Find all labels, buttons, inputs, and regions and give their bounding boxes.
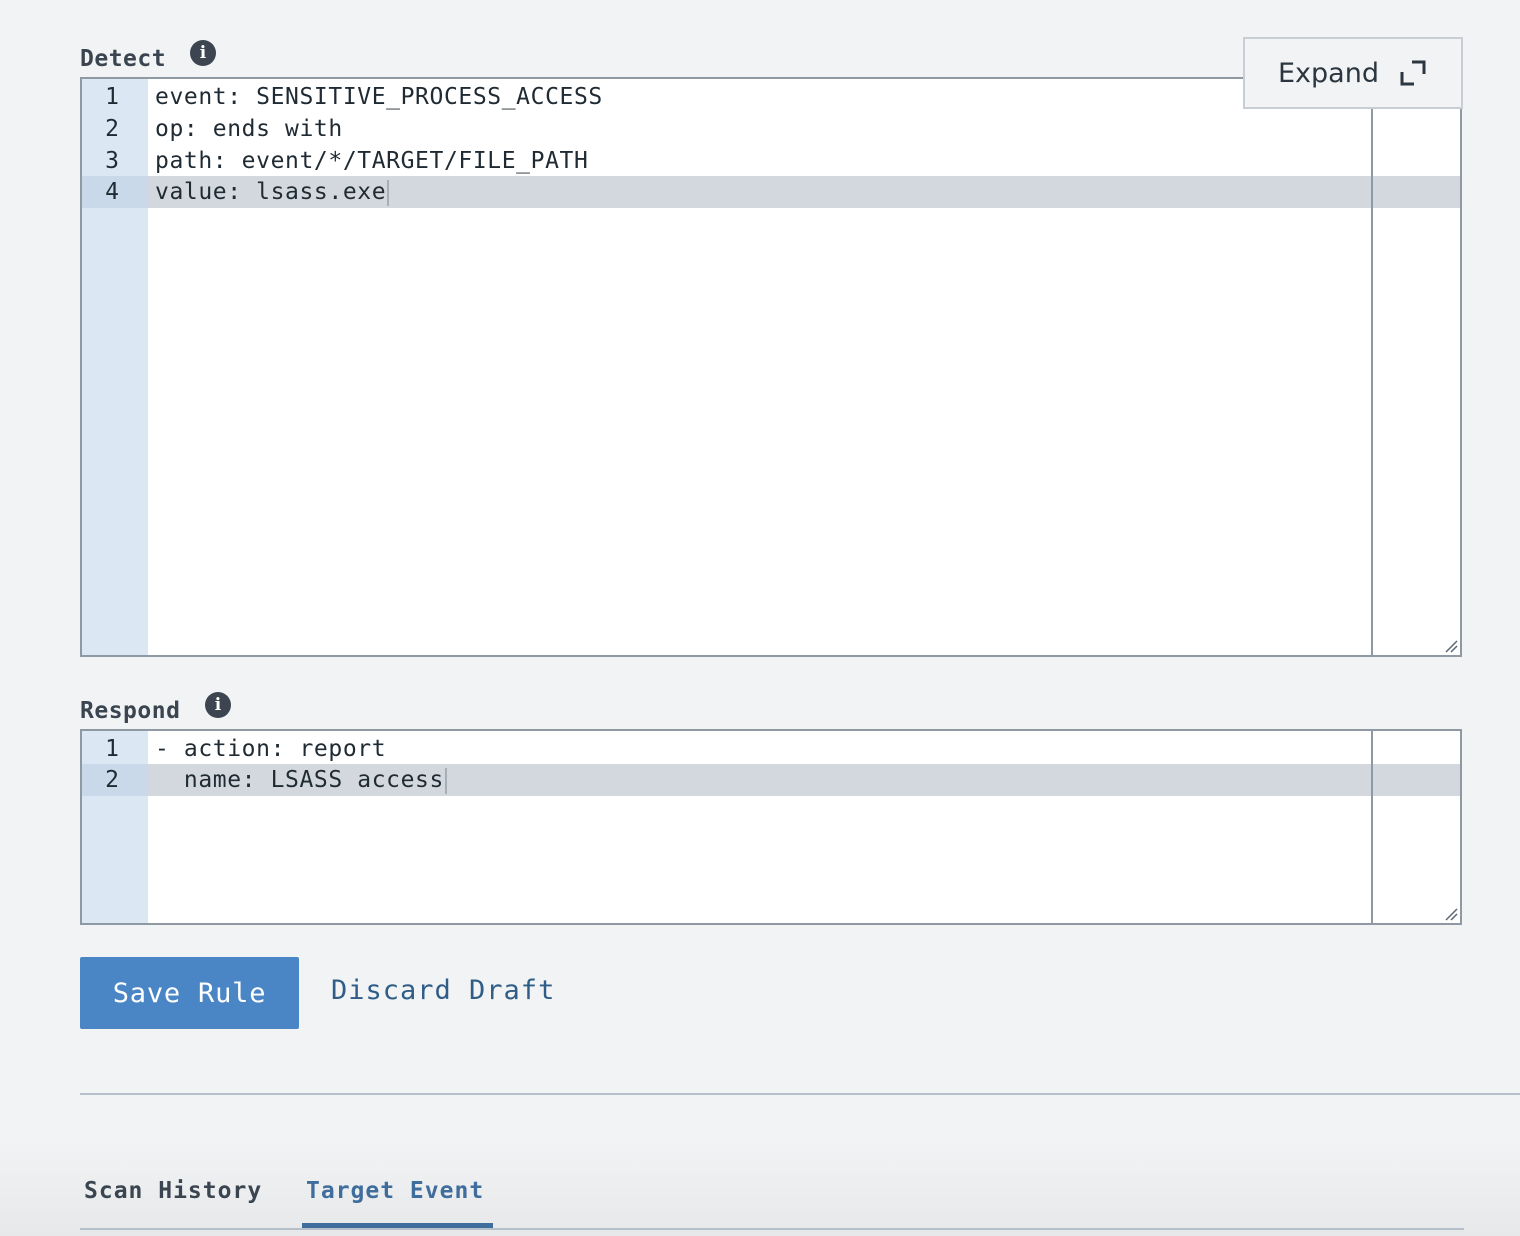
- line-number: 2: [82, 764, 148, 796]
- code-text: name: LSASS access: [155, 767, 444, 793]
- code-text-wrap: value: lsass.exe: [155, 176, 390, 208]
- detect-code-line[interactable]: 2 op: ends with: [82, 113, 1460, 145]
- code-text: value: lsass.exe: [155, 179, 387, 205]
- section-divider: [80, 1093, 1520, 1095]
- tab-target-event[interactable]: Target Event: [306, 1178, 484, 1204]
- respond-info-icon[interactable]: i: [205, 692, 231, 718]
- save-rule-button[interactable]: Save Rule: [80, 957, 299, 1029]
- discard-draft-link[interactable]: Discard Draft: [331, 975, 555, 1006]
- respond-code-line-active[interactable]: 2 name: LSASS access: [82, 764, 1460, 796]
- line-number: 2: [105, 116, 119, 142]
- detect-editor[interactable]: 1 event: SENSITIVE_PROCESS_ACCESS 2 op: …: [80, 77, 1462, 657]
- tab-scan-history[interactable]: Scan History: [84, 1178, 262, 1204]
- minimap-divider: [1371, 79, 1373, 655]
- tabs-baseline: [80, 1228, 1464, 1230]
- code-text: op: ends with: [155, 116, 343, 142]
- code-text-wrap: name: LSASS access: [155, 764, 447, 796]
- respond-label: Respond: [80, 698, 181, 724]
- text-cursor: [387, 179, 390, 206]
- resize-grip-icon[interactable]: [1444, 639, 1458, 653]
- code-text: - action: report: [155, 736, 387, 762]
- respond-code-line[interactable]: 1 - action: report: [82, 733, 1460, 765]
- text-cursor: [444, 767, 447, 794]
- minimap-divider: [1371, 731, 1373, 923]
- line-number: 1: [105, 84, 119, 110]
- line-number: 1: [105, 736, 119, 762]
- line-number: 3: [105, 148, 119, 174]
- resize-grip-icon[interactable]: [1444, 907, 1458, 921]
- line-number: 4: [82, 176, 148, 208]
- expand-icon: [1400, 60, 1426, 86]
- detect-code-line[interactable]: 3 path: event/*/TARGET/FILE_PATH: [82, 145, 1460, 177]
- code-text: event: SENSITIVE_PROCESS_ACCESS: [155, 84, 603, 110]
- respond-editor[interactable]: 1 - action: report 2 name: LSASS access: [80, 729, 1462, 925]
- detect-code-line-active[interactable]: 4 value: lsass.exe: [82, 176, 1460, 208]
- detect-info-icon[interactable]: i: [190, 40, 216, 66]
- detect-label: Detect: [80, 46, 167, 72]
- expand-button[interactable]: Expand: [1243, 37, 1463, 109]
- expand-button-label: Expand: [1278, 57, 1379, 89]
- code-text: path: event/*/TARGET/FILE_PATH: [155, 148, 589, 174]
